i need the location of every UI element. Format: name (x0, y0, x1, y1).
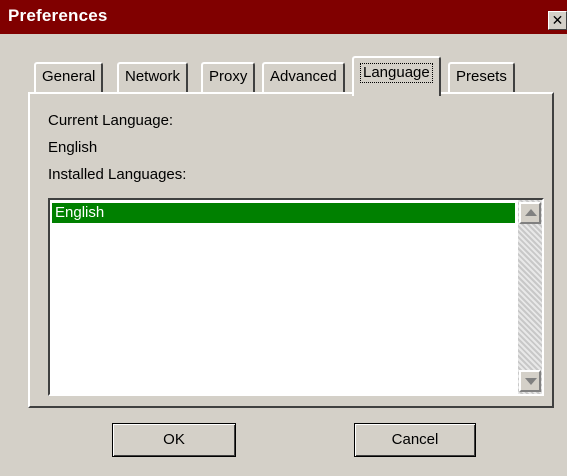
scroll-up-arrow-icon (525, 209, 537, 216)
tab-presets[interactable]: Presets (448, 62, 515, 92)
close-icon: ✕ (551, 12, 564, 28)
scroll-up-button[interactable] (519, 202, 541, 224)
cancel-button[interactable]: Cancel (354, 423, 476, 457)
preferences-dialog: Preferences ✕ General Network Proxy Adva… (0, 0, 567, 476)
current-language-label: Current Language: (48, 112, 174, 129)
scroll-down-arrow-icon (525, 378, 537, 385)
tab-general[interactable]: General (34, 62, 104, 92)
tab-advanced-label: Advanced (270, 68, 337, 85)
tab-advanced[interactable]: Advanced (262, 62, 345, 92)
tab-network[interactable]: Network (117, 62, 189, 92)
language-panel: Current Language: English Installed Lang… (28, 92, 554, 408)
tab-proxy[interactable]: Proxy (201, 62, 256, 92)
tab-proxy-label: Proxy (209, 68, 248, 85)
tab-general-label: General (42, 68, 96, 85)
scroll-down-button[interactable] (519, 370, 541, 392)
close-button[interactable]: ✕ (548, 11, 567, 30)
ok-button[interactable]: OK (112, 423, 236, 457)
tab-language[interactable]: Language (352, 56, 441, 96)
title-bar: Preferences ✕ (0, 0, 567, 34)
installed-languages-list[interactable]: English (48, 198, 544, 396)
list-item[interactable]: English (52, 203, 515, 223)
tab-presets-label: Presets (456, 68, 507, 85)
current-language-value: English (48, 139, 98, 156)
window-title: Preferences (8, 6, 108, 25)
installed-languages-label: Installed Languages: (48, 166, 187, 183)
tab-network-label: Network (125, 68, 181, 85)
vertical-scrollbar[interactable] (518, 200, 542, 394)
tab-language-label: Language (360, 63, 433, 83)
